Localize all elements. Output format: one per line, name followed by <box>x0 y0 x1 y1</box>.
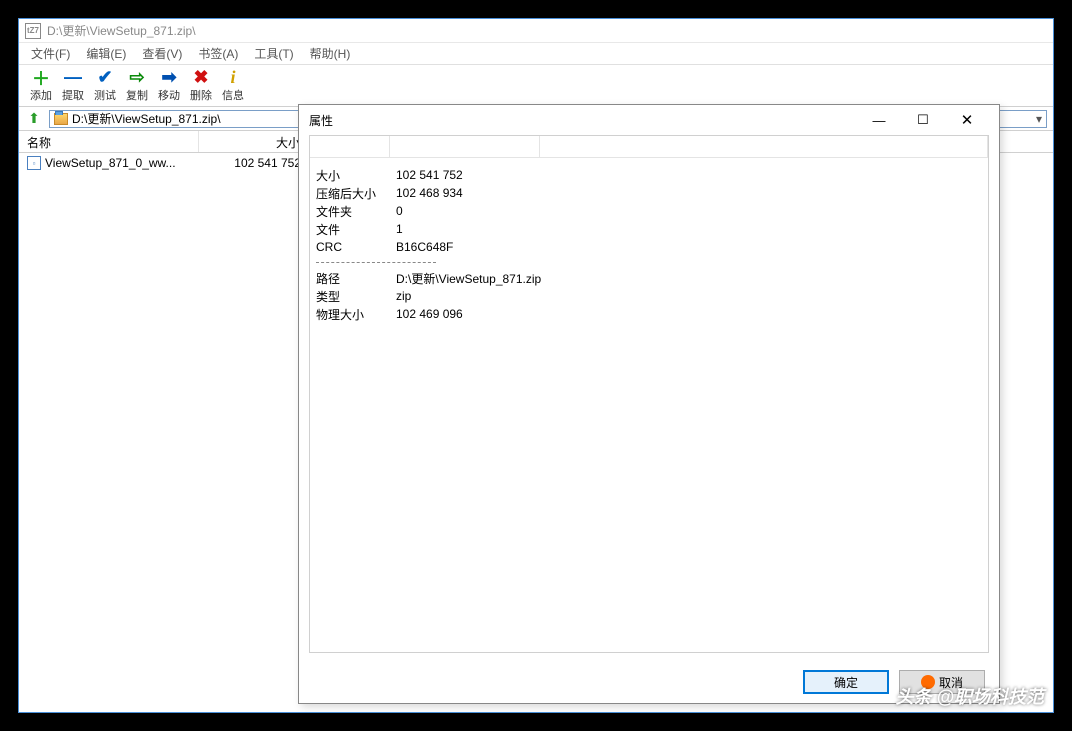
toolbar: ＋ 添加 — 提取 ✔ 测试 ⇨ 复制 ➡ 移动 ✖ 删除 i 信息 <box>19 65 1053 107</box>
archive-folder-icon <box>54 113 68 125</box>
delete-button[interactable]: ✖ 删除 <box>185 69 217 103</box>
dialog-title: 属性 <box>309 112 857 129</box>
prop-physical: 物理大小 102 469 096 <box>316 305 982 323</box>
extract-button[interactable]: — 提取 <box>57 69 89 103</box>
address-text: D:\更新\ViewSetup_871.zip\ <box>72 110 221 127</box>
prop-folders-value: 0 <box>396 204 403 218</box>
info-button[interactable]: i 信息 <box>217 69 249 103</box>
column-name[interactable]: 名称 <box>19 131 199 152</box>
address-dropdown-icon[interactable]: ▾ <box>1036 112 1042 126</box>
prop-physical-label: 物理大小 <box>316 306 396 323</box>
maximize-icon: ☐ <box>917 112 929 128</box>
move-button[interactable]: ➡ 移动 <box>153 69 185 103</box>
prop-size-label: 大小 <box>316 167 396 184</box>
menu-edit[interactable]: 编辑(E) <box>80 43 132 64</box>
add-button[interactable]: ＋ 添加 <box>25 69 57 103</box>
menu-tools[interactable]: 工具(T) <box>248 43 299 64</box>
menu-help[interactable]: 帮助(H) <box>304 43 357 64</box>
file-icon: ▫ <box>27 156 41 170</box>
delete-label: 删除 <box>190 87 212 103</box>
minimize-icon: — <box>873 113 886 128</box>
watermark-text: 头条 @职场科技范 <box>895 683 1044 709</box>
prop-packed-label: 压缩后大小 <box>316 185 396 202</box>
menu-view[interactable]: 查看(V) <box>136 43 188 64</box>
prop-path: 路径 D:\更新\ViewSetup_871.zip <box>316 269 982 287</box>
title-bar: tZ7 D:\更新\ViewSetup_871.zip\ <box>19 19 1053 43</box>
minimize-button[interactable]: — <box>857 106 901 134</box>
check-icon: ✔ <box>95 69 115 87</box>
close-button[interactable]: ✕ <box>945 106 989 134</box>
ok-button[interactable]: 确定 <box>803 670 889 694</box>
move-label: 移动 <box>158 87 180 103</box>
up-button[interactable]: ⬆ <box>25 110 43 128</box>
dialog-body: 大小 102 541 752 压缩后大小 102 468 934 文件夹 0 文… <box>309 135 989 653</box>
dialog-inner-header <box>310 136 988 158</box>
prop-folders-label: 文件夹 <box>316 203 396 220</box>
column-size[interactable]: 大小 <box>199 131 309 152</box>
prop-folders: 文件夹 0 <box>316 202 982 220</box>
copy-arrow-icon: ⇨ <box>127 69 147 87</box>
test-label: 测试 <box>94 87 116 103</box>
prop-packed: 压缩后大小 102 468 934 <box>316 184 982 202</box>
prop-type-label: 类型 <box>316 288 396 305</box>
up-arrow-icon: ⬆ <box>28 110 40 127</box>
prop-packed-value: 102 468 934 <box>396 186 463 200</box>
prop-size: 大小 102 541 752 <box>316 166 982 184</box>
maximize-button[interactable]: ☐ <box>901 106 945 134</box>
extract-label: 提取 <box>62 87 84 103</box>
file-name: ViewSetup_871_0_ww... <box>45 156 176 170</box>
app-icon: tZ7 <box>25 23 41 39</box>
copy-label: 复制 <box>126 87 148 103</box>
test-button[interactable]: ✔ 测试 <box>89 69 121 103</box>
info-label: 信息 <box>222 87 244 103</box>
properties-dialog: 属性 — ☐ ✕ 大小 102 541 752 压缩后大小 102 468 93… <box>298 104 1000 704</box>
prop-physical-value: 102 469 096 <box>396 307 463 321</box>
prop-path-value: D:\更新\ViewSetup_871.zip <box>396 270 541 287</box>
add-label: 添加 <box>30 87 52 103</box>
dialog-button-row: 确定 取消 <box>299 661 999 703</box>
prop-crc-label: CRC <box>316 240 396 254</box>
plus-icon: ＋ <box>31 69 51 87</box>
properties-list: 大小 102 541 752 压缩后大小 102 468 934 文件夹 0 文… <box>310 158 988 331</box>
prop-crc: CRC B16C648F <box>316 238 982 256</box>
minus-icon: — <box>63 69 83 87</box>
file-size: 102 541 752 <box>199 156 309 170</box>
prop-files-value: 1 <box>396 222 403 236</box>
prop-type: 类型 zip <box>316 287 982 305</box>
prop-type-value: zip <box>396 289 411 303</box>
prop-files: 文件 1 <box>316 220 982 238</box>
window-title: D:\更新\ViewSetup_871.zip\ <box>47 22 196 39</box>
separator <box>316 262 436 263</box>
copy-button[interactable]: ⇨ 复制 <box>121 69 153 103</box>
info-icon: i <box>223 69 243 87</box>
prop-files-label: 文件 <box>316 221 396 238</box>
prop-path-label: 路径 <box>316 270 396 287</box>
dialog-title-bar[interactable]: 属性 — ☐ ✕ <box>299 105 999 135</box>
prop-crc-value: B16C648F <box>396 240 453 254</box>
move-arrow-icon: ➡ <box>159 69 179 87</box>
delete-x-icon: ✖ <box>191 69 211 87</box>
menu-bar: 文件(F) 编辑(E) 查看(V) 书签(A) 工具(T) 帮助(H) <box>19 43 1053 65</box>
menu-file[interactable]: 文件(F) <box>25 43 76 64</box>
close-icon: ✕ <box>961 111 974 129</box>
menu-bookmarks[interactable]: 书签(A) <box>192 43 244 64</box>
watermark: 头条 @职场科技范 <box>895 683 1044 709</box>
prop-size-value: 102 541 752 <box>396 168 463 182</box>
